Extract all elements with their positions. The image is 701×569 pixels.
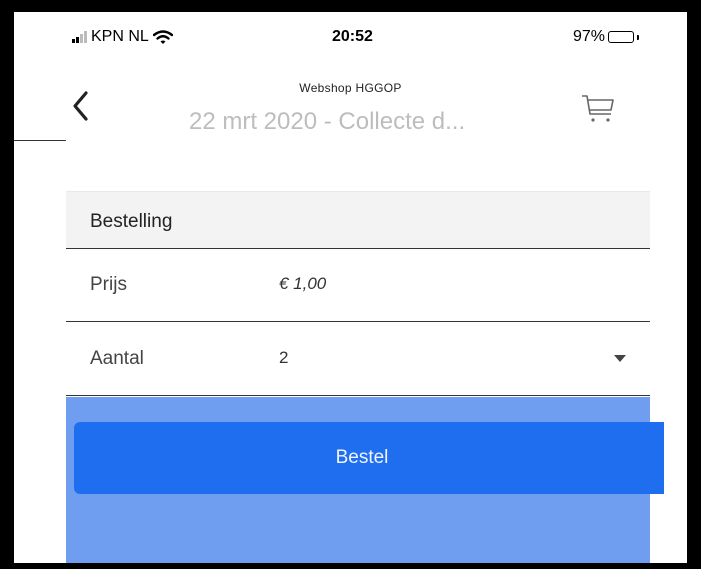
quantity-select[interactable] bbox=[266, 323, 650, 395]
quantity-value: 2 bbox=[279, 348, 289, 367]
clock: 20:52 bbox=[332, 28, 373, 45]
screen-border-left bbox=[0, 0, 14, 569]
navigation-bar: Webshop HGGOP 22 mrt 2020 - Collecte d..… bbox=[14, 52, 650, 141]
battery-percent: 97% bbox=[573, 28, 606, 45]
section-title: Bestelling bbox=[90, 211, 173, 232]
price-row: Prijs € 1,00 bbox=[66, 249, 650, 322]
section-header: Bestelling bbox=[66, 192, 650, 249]
quantity-row: Aantal 2 bbox=[66, 323, 650, 396]
price-value: € 1,00 bbox=[279, 274, 327, 293]
shopping-cart-icon[interactable] bbox=[580, 90, 616, 126]
signal-icon bbox=[72, 31, 87, 43]
price-label: Prijs bbox=[90, 274, 127, 295]
battery-cap bbox=[637, 34, 640, 40]
order-action-area: Bestel bbox=[66, 397, 674, 563]
phone-screen: KPN NL 20:52 97% Webshop HGGOP 22 mrt 20… bbox=[14, 12, 687, 563]
wifi-icon bbox=[152, 29, 173, 44]
screen-border-right bbox=[687, 0, 701, 569]
battery-indicator: 97% bbox=[573, 28, 640, 46]
status-bar: KPN NL 20:52 97% bbox=[14, 12, 687, 52]
dropdown-caret-icon bbox=[614, 355, 626, 362]
carrier-info: KPN NL bbox=[72, 28, 173, 46]
order-button-label: Bestel bbox=[335, 447, 389, 468]
page-title: 22 mrt 2020 - Collecte d... bbox=[189, 108, 466, 135]
quantity-label: Aantal bbox=[90, 348, 144, 369]
right-edge bbox=[664, 24, 687, 563]
carrier-name: KPN NL bbox=[91, 28, 149, 45]
order-button[interactable]: Bestel bbox=[74, 422, 674, 494]
content-spacer bbox=[66, 140, 650, 192]
screen-border-bottom bbox=[0, 563, 701, 569]
battery-icon bbox=[608, 31, 635, 43]
screen-border-top bbox=[0, 0, 701, 12]
